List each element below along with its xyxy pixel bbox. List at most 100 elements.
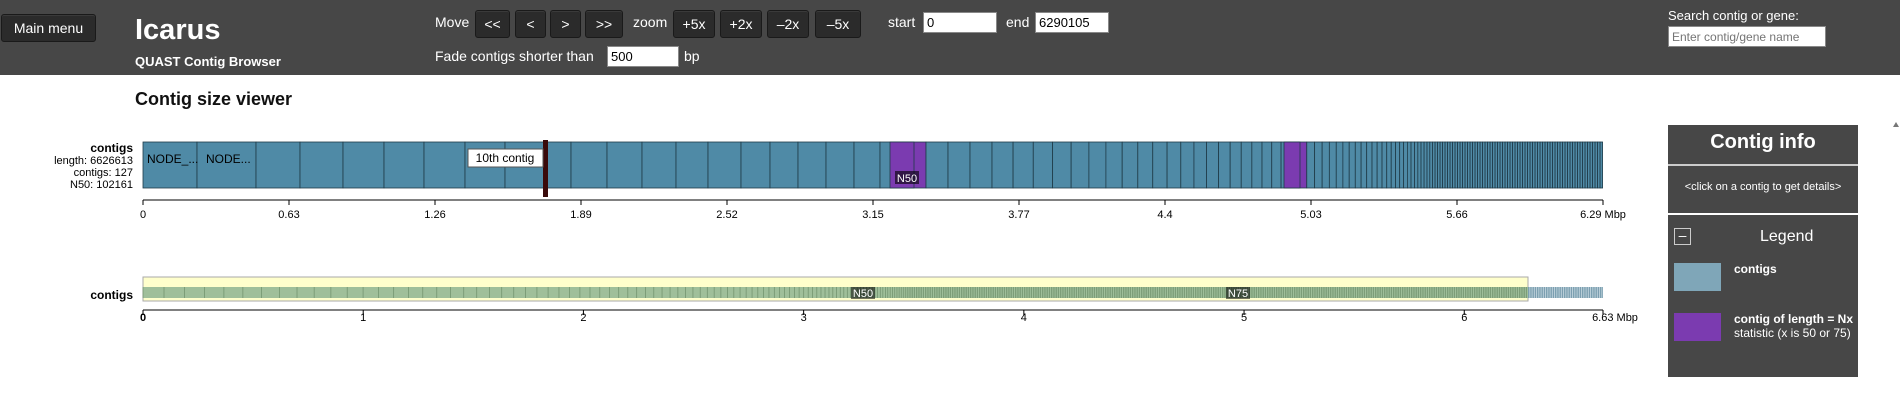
overview-track-name: contigs — [90, 288, 133, 302]
n50-label: N50 — [897, 173, 917, 185]
contig[interactable] — [1328, 141, 1337, 189]
contig[interactable] — [675, 141, 709, 189]
contig[interactable] — [853, 141, 881, 189]
track-stat-length: length: 6626613 — [54, 155, 133, 167]
contig[interactable] — [925, 141, 949, 189]
tick-label: 0.63 — [278, 209, 299, 221]
contig[interactable] — [1414, 141, 1419, 189]
contig[interactable] — [1407, 141, 1412, 189]
contig[interactable] — [1271, 141, 1282, 189]
contig[interactable] — [1218, 141, 1231, 189]
contig[interactable] — [1251, 141, 1263, 189]
tick-label: 3.77 — [1008, 209, 1029, 221]
legend-contigs-swatch — [1674, 263, 1721, 291]
contig[interactable] — [570, 141, 608, 189]
contig[interactable] — [825, 141, 855, 189]
contig[interactable] — [1399, 141, 1405, 189]
contig[interactable] — [1354, 141, 1362, 189]
contig[interactable] — [383, 141, 425, 189]
contig[interactable] — [1342, 141, 1350, 189]
contig[interactable] — [1429, 141, 1433, 189]
contig[interactable] — [641, 141, 677, 189]
contig[interactable] — [1240, 141, 1253, 189]
contig[interactable] — [606, 141, 643, 189]
contig[interactable] — [1137, 141, 1154, 189]
contig[interactable] — [1599, 141, 1603, 189]
contig[interactable] — [1360, 141, 1368, 189]
scroll-caret-icon[interactable] — [1893, 122, 1899, 127]
contig[interactable] — [1335, 141, 1344, 189]
contig[interactable] — [1426, 141, 1431, 189]
overview-contig-bar[interactable] — [143, 287, 1528, 298]
contig[interactable] — [947, 141, 971, 189]
contig[interactable] — [1348, 141, 1356, 189]
tooltip-text: 10th contig — [476, 151, 535, 165]
tick-label: 6.29 Mbp — [1580, 209, 1626, 221]
contig[interactable] — [1366, 141, 1373, 189]
contig[interactable] — [969, 141, 993, 189]
main-axis: 0 0.63 1.26 1.89 2.52 3.15 3.77 4.4 5.03 5.66 6.29… — [140, 200, 1626, 221]
contig[interactable] — [1314, 141, 1323, 189]
contig[interactable] — [1105, 141, 1123, 189]
contig[interactable] — [423, 141, 466, 189]
contig[interactable] — [1376, 141, 1383, 189]
contig[interactable] — [1032, 141, 1054, 189]
contig[interactable] — [1321, 141, 1330, 189]
contig[interactable] — [769, 141, 799, 189]
contig[interactable] — [1386, 141, 1392, 189]
contig[interactable] — [991, 141, 1014, 189]
tick-label: 2 — [580, 312, 586, 324]
contig[interactable] — [1152, 141, 1168, 189]
position-marker[interactable] — [543, 140, 548, 197]
contig-label: NODE_... — [147, 152, 198, 166]
tick-label: 5.03 — [1300, 209, 1321, 221]
contig[interactable] — [342, 141, 385, 189]
contig[interactable] — [544, 141, 572, 189]
contig[interactable] — [1395, 141, 1401, 189]
legend-title: Legend — [1760, 228, 1814, 245]
tick-label: 1 — [360, 312, 366, 324]
contig[interactable] — [740, 141, 771, 189]
tick-label: 1.26 — [424, 209, 445, 221]
contig[interactable] — [1381, 141, 1388, 189]
contig[interactable] — [1070, 141, 1090, 189]
contig[interactable] — [1180, 141, 1195, 189]
search-label: Search contig or gene: — [1668, 8, 1799, 23]
contig-nx[interactable] — [1283, 141, 1301, 189]
contig[interactable] — [1121, 141, 1139, 189]
overview-hidden-region[interactable] — [1528, 287, 1603, 298]
contig[interactable] — [1420, 141, 1425, 189]
contig[interactable] — [1012, 141, 1034, 189]
contig[interactable] — [1206, 141, 1220, 189]
contig[interactable] — [1417, 141, 1422, 189]
contig[interactable] — [1229, 141, 1242, 189]
track-name: contigs — [90, 141, 133, 155]
contig-track[interactable] — [142, 141, 1603, 189]
n75-overview-label: N75 — [1228, 288, 1248, 300]
search-input[interactable] — [1668, 26, 1826, 47]
contig[interactable] — [1193, 141, 1207, 189]
contig[interactable] — [255, 141, 301, 189]
contig[interactable] — [1261, 141, 1273, 189]
contig[interactable] — [1403, 141, 1408, 189]
contig-label: NODE... — [206, 152, 251, 166]
legend-collapse-button[interactable]: – — [1674, 228, 1691, 245]
n50-overview-label: N50 — [853, 288, 873, 300]
contig[interactable] — [1410, 141, 1415, 189]
contig[interactable] — [1306, 141, 1316, 189]
contig[interactable] — [797, 141, 827, 189]
tick-label: 3 — [801, 312, 807, 324]
contig[interactable] — [1390, 141, 1396, 189]
tick-label: 0 — [140, 312, 146, 324]
contig[interactable] — [1052, 141, 1072, 189]
overview-axis: 0 1 2 3 4 5 6 6.63 Mbp — [140, 310, 1638, 324]
tick-label: 2.52 — [716, 209, 737, 221]
contig[interactable] — [1423, 141, 1428, 189]
legend-nx-sublabel: statistic (x is 50 or 75) — [1734, 326, 1851, 340]
contig[interactable] — [299, 141, 344, 189]
contig[interactable] — [707, 141, 742, 189]
track-stat-n50: N50: 102161 — [70, 179, 133, 191]
contig[interactable] — [1371, 141, 1378, 189]
contig[interactable] — [1088, 141, 1107, 189]
contig[interactable] — [1166, 141, 1182, 189]
